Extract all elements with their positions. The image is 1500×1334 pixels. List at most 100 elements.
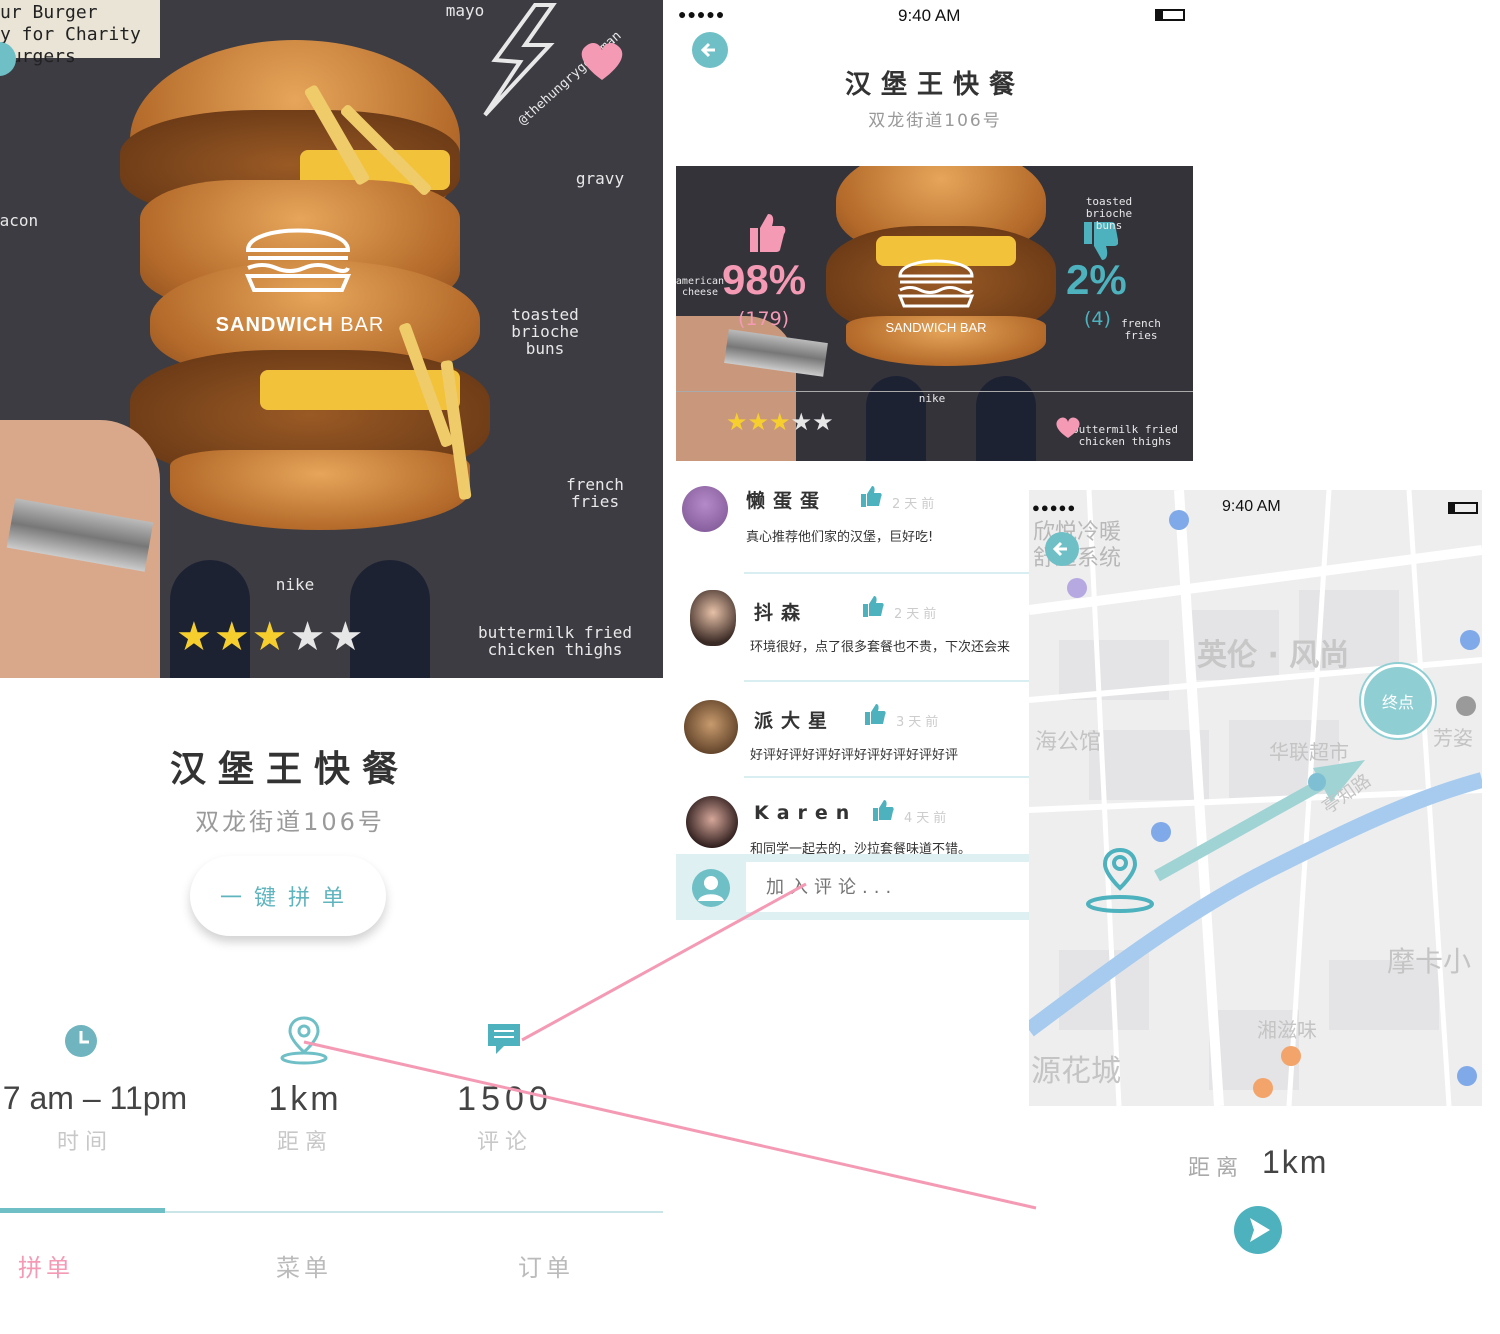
star-empty-icon: ★ [327,614,366,660]
restaurant-title: 汉堡王快餐 [169,749,410,790]
map-label-district: 英伦 · 风尚 [1197,638,1350,673]
divider [744,572,1030,574]
navigate-button[interactable] [1234,1206,1282,1254]
brand-sub: BAR [340,314,385,336]
annotation-buttermilk: buttermilk fried chicken thighs [1072,423,1178,448]
star-empty-icon: ★ [812,408,834,436]
comments-value: 1500 [457,1080,553,1118]
group-order-button[interactable]: 一键拼单 [190,856,386,936]
reviewer-name: Karen [754,802,858,824]
status-time: 9:40 AM [898,6,961,25]
like-percentage: 98% [722,256,807,303]
map-label-poi: 芳姿 [1433,726,1473,750]
tab-orders[interactable]: 订单 [518,1248,574,1283]
star-filled-icon: ★ [747,408,770,436]
star-filled-icon: ★ [176,614,214,660]
signal-indicator: ●●●●● [678,6,726,22]
review-item: Karen 4天前 和同学一起去的，沙拉套餐味道不错。 [676,786,1030,854]
thumbs-up-icon[interactable] [872,798,894,822]
distance-label: 距离 [1188,1156,1245,1181]
restaurant-address: 双龙街道106号 [195,808,385,836]
tab-menu[interactable]: 菜单 [276,1248,332,1283]
note-line: Burgers [0,46,76,67]
annotation-toasted-buns: toasted brioche buns [1085,195,1133,232]
review-item: 派大星 3天前 好评好评好评好评好评好评好评好评 [676,686,1030,794]
heart-icon [1056,417,1080,438]
charity-note: ur Burger y for Charity Burgers [0,0,160,67]
annotation-buttermilk: buttermilk fried chicken thighs [477,623,633,659]
avatar [682,486,728,532]
destination-label: 终点 [1381,693,1414,712]
thumbs-up-icon[interactable] [860,484,882,508]
hero-photo: ur Burger y for Charity Burgers mayo gra… [0,0,663,678]
comment-input[interactable] [746,862,1030,912]
navigate-arrow-icon [1250,1218,1270,1242]
map-label-supermarket: 华联超市 [1269,740,1349,764]
star-empty-icon: ★ [790,408,813,436]
review-time: 3天前 [896,715,943,730]
battery-icon [1155,9,1185,21]
reviewer-name: 派大星 [754,710,836,732]
restaurant-title: 汉堡王快餐 [844,70,1025,100]
divider [744,776,1030,778]
dislike-percentage: 2% [1066,256,1127,303]
star-filled-icon: ★ [769,408,791,436]
review-text: 和同学一起去的，沙拉套餐味道不错。 [750,842,972,854]
shoe-left [866,376,926,461]
current-location-icon [1086,847,1154,913]
back-button[interactable] [692,32,728,68]
arrow-left-icon [700,42,715,58]
reviewer-name: 懒蛋蛋 [746,490,828,512]
restaurant-address: 双龙街道106号 [868,111,1002,131]
star-rating: ★★★★★ [176,614,365,660]
star-rating: ★★★★★ [726,408,834,436]
annotation-nike: nike [918,392,946,405]
dislike-count: (4) [1084,308,1111,330]
clock-icon [65,1025,97,1057]
sandwich-logo-icon [244,228,352,292]
hours-label: 时间 [56,1130,113,1155]
star-empty-icon: ★ [289,614,328,660]
avatar [684,700,738,754]
annotation-gravy: gravy [575,169,625,188]
burger-bottom-bun [170,450,470,530]
tab-selected-indicator [0,1208,165,1213]
note-line: ur Burger [0,2,98,23]
review-text: 真心推荐他们家的汉堡，巨好吃! [746,530,934,545]
review-text: 环境很好，点了很多套餐也不贵，下次还会来 [750,640,1011,655]
review-time: 4天前 [904,811,951,826]
back-button[interactable] [1045,532,1079,566]
annotation-fries: french fries [1121,317,1161,342]
lightning-icon [483,3,557,117]
battery-icon [1448,502,1478,514]
annotation-bacon: bacon [0,211,39,230]
thumbs-up-icon [750,214,786,252]
sandwich-logo-icon [897,259,975,308]
brand-name: SANDWICH BAR [885,320,987,335]
comment-icon [488,1024,520,1054]
location-pin-icon [280,1016,328,1065]
review-text: 好评好评好评好评好评好评好评好评 [750,748,959,763]
note-line: y for Charity [0,24,141,45]
map-label-poi: 摩卡小 [1387,945,1472,978]
avatar [686,796,738,848]
star-filled-icon: ★ [726,408,748,436]
heart-icon [581,43,623,80]
tab-group-order[interactable]: 拼单 [18,1248,74,1283]
distance-value: 1km [268,1080,342,1118]
status-time: 9:40 AM [1222,498,1281,515]
restaurant-photo: 98% (179) 2% (4) american cheese toasted… [676,166,1193,461]
brand-name: SANDWICH BAR [200,314,400,337]
review-item: 抖森 2天前 环境很好，点了很多套餐也不贵，下次还会来 [676,576,1030,684]
distance-label: 距离 [276,1130,333,1155]
review-time: 2天前 [892,497,939,512]
user-avatar-icon [692,869,730,907]
thumbs-up-icon[interactable] [862,594,884,618]
comments-label: 评论 [476,1130,533,1155]
thumbs-up-icon[interactable] [864,702,886,726]
destination-marker[interactable]: 终点 [1361,664,1435,738]
map-label-poi: 海公馆 [1035,730,1102,755]
signal-indicator: ●●●●● [1032,500,1077,515]
annotation-nike: nike [275,575,315,594]
map-view[interactable]: 欣悦冷暖 舒适系统 英伦 · 风尚 华联超市 亭知路 芳姿 海公馆 摩卡小 湘滋… [1029,490,1482,1106]
